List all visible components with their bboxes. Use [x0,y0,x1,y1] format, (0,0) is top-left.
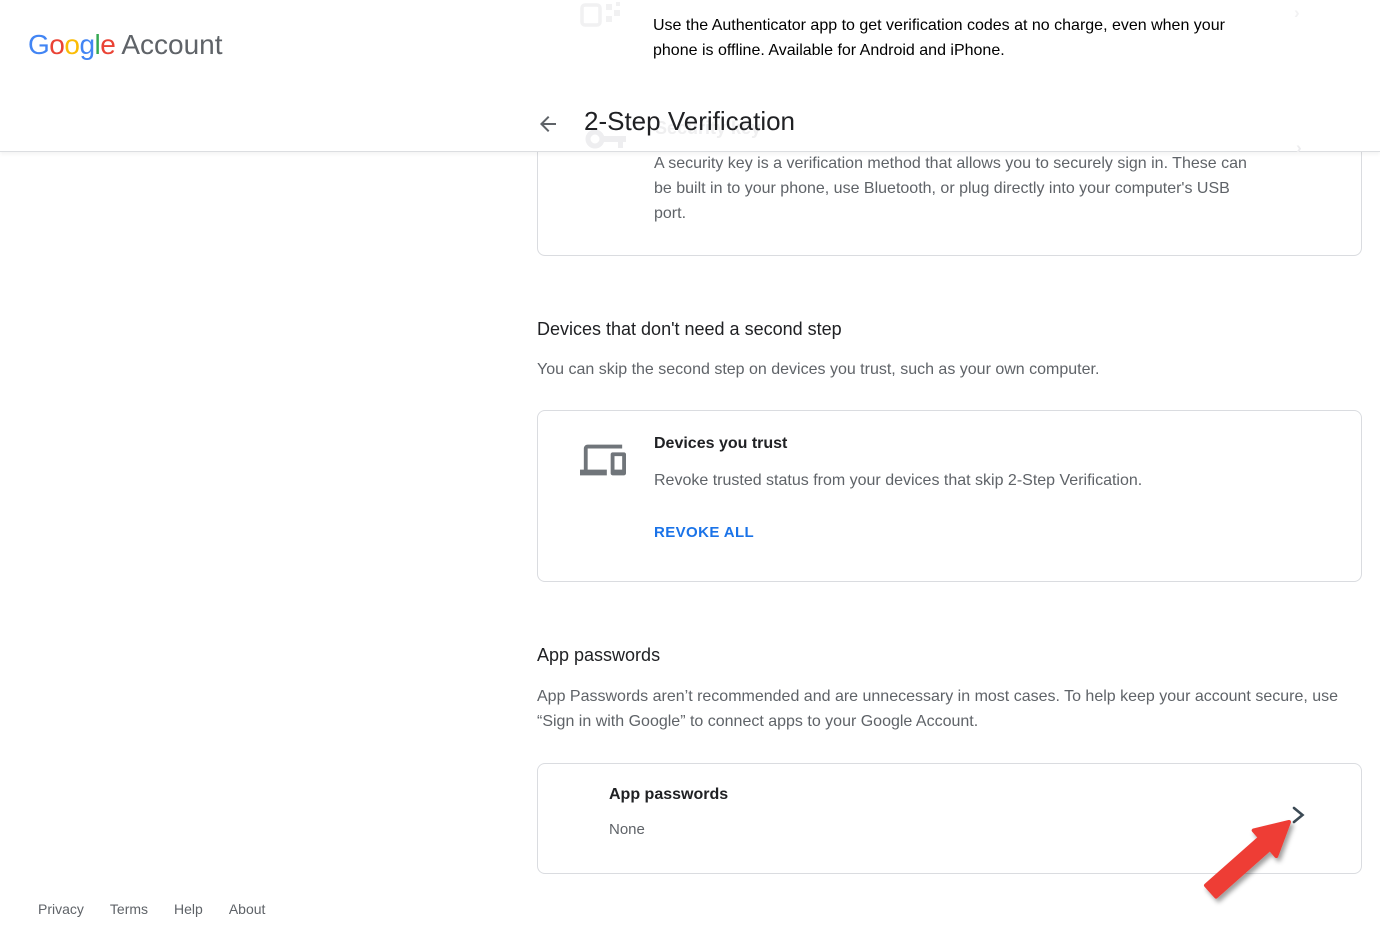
ghost-chevron-securitykey-icon: › [1296,138,1302,158]
logo-product-name: Account [121,29,222,60]
logo-letter: g [79,29,94,60]
trusted-devices-description: You can skip the second step on devices … [537,357,1099,382]
devices-you-trust-card: Devices you trust Revoke trusted status … [537,410,1362,582]
app-passwords-value: None [609,821,645,838]
footer-link-terms[interactable]: Terms [110,901,148,917]
devices-you-trust-title: Devices you trust [654,435,787,453]
google-account-logo[interactable]: GoogleAccount [28,29,223,61]
footer-link-privacy[interactable]: Privacy [38,901,84,917]
ghost-authenticator-text-line2: phone is offline. Available for Android … [653,42,1005,60]
security-key-description: A security key is a verification method … [654,151,1260,226]
logo-letter: G [28,29,49,60]
app-passwords-card[interactable]: App passwords None [537,763,1362,874]
chevron-right-icon[interactable] [1292,806,1305,824]
trusted-devices-heading: Devices that don't need a second step [537,319,842,340]
footer-link-about[interactable]: About [229,901,266,917]
ghost-authenticator-text-line1: Use the Authenticator app to get verific… [653,17,1225,35]
app-passwords-card-title: App passwords [609,786,728,804]
sticky-header: Use the Authenticator app to get verific… [0,0,1380,152]
footer-link-help[interactable]: Help [174,901,203,917]
app-passwords-description: App Passwords aren’t recommended and are… [537,684,1343,734]
logo-letter: e [100,29,115,60]
revoke-all-button[interactable]: REVOKE ALL [654,524,754,541]
ghost-chevron-top-icon: › [1294,3,1300,23]
devices-you-trust-description: Revoke trusted status from your devices … [654,472,1142,490]
logo-letter: o [64,29,79,60]
logo-letter: o [49,29,64,60]
page-title: 2-Step Verification [584,106,795,137]
devices-icon [580,437,626,483]
back-arrow-icon[interactable] [536,112,560,136]
app-passwords-heading: App passwords [537,645,660,666]
footer-links: Privacy Terms Help About [38,901,265,917]
ghost-authenticator-icon [578,2,624,30]
